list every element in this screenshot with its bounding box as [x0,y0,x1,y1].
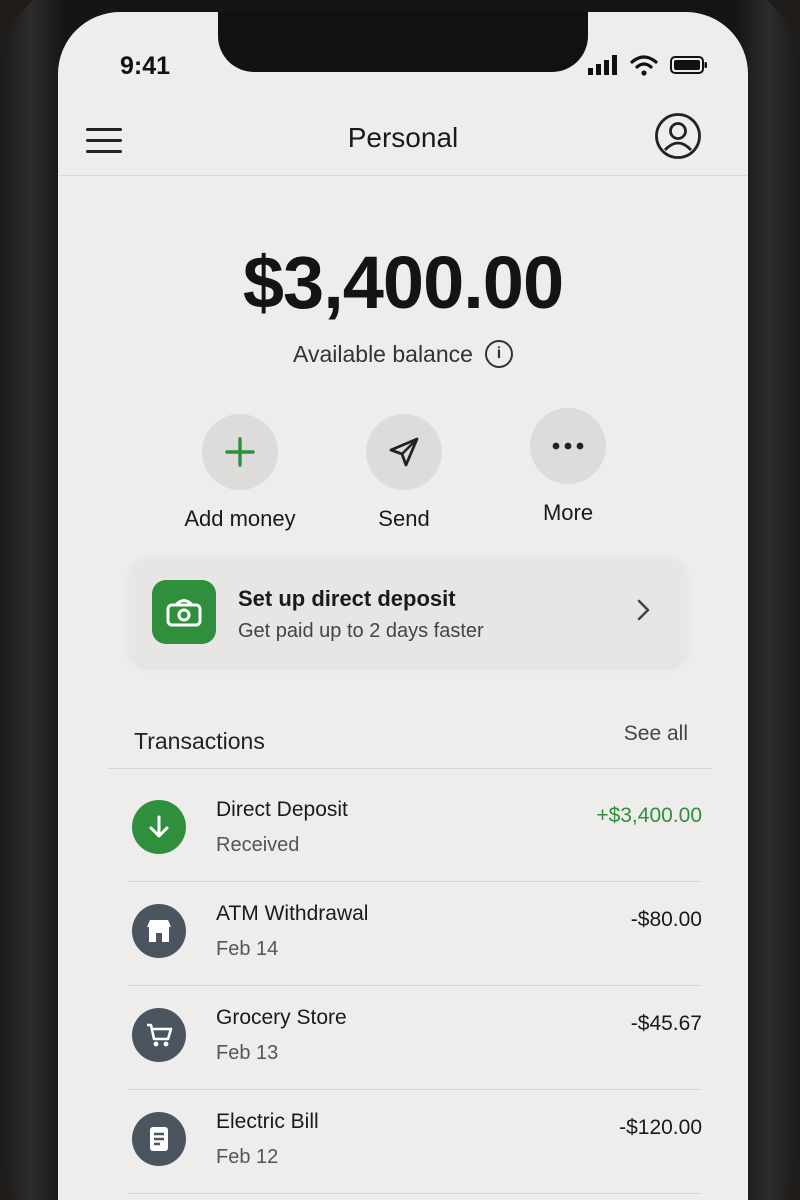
divider [108,768,712,769]
send-label: Send [378,506,430,531]
more-button[interactable]: More [478,408,658,526]
notch [218,12,588,72]
page-title: Personal [347,122,459,153]
see-all-link[interactable]: See all [624,722,688,746]
transaction-title: Electric Bill [216,1110,319,1133]
more-label: More [542,500,594,525]
transaction-amount: -$120.00 [619,1116,702,1139]
send-icon [389,437,419,467]
photo-scene: 9:41 Personal $3,400.00 Available balanc… [0,0,800,1200]
signal-icon [588,55,617,75]
deposit-title: Set up direct deposit [238,586,456,611]
transaction-subtitle: Received [216,834,300,856]
add-money-label: Add money [184,506,296,531]
transaction-title: ATM Withdrawal [216,902,369,925]
transaction-row[interactable]: Electric Bill Feb 12 -$120.00 [128,1090,702,1194]
transaction-amount: -$80.00 [630,908,702,931]
plus-icon [225,437,255,467]
status-time: 9:41 [120,52,171,80]
transaction-title: Direct Deposit [216,798,348,821]
balance-label: Available balance [293,340,473,367]
transaction-title: Grocery Store [216,1006,347,1029]
transaction-amount: -$45.67 [630,1012,702,1035]
document-icon [132,1112,186,1166]
wifi-icon [630,55,658,76]
info-icon[interactable]: i [484,340,513,368]
more-icon [552,442,584,450]
chevron-right-icon [637,599,650,621]
balance-label-row: Available balance i [58,340,748,368]
balance-amount: $3,400.00 [242,241,564,324]
transaction-row[interactable]: ATM Withdrawal Feb 14 -$80.00 [128,882,702,986]
transaction-amount: +$3,400.00 [596,804,702,827]
transaction-subtitle: Feb 12 [216,1146,279,1168]
battery-icon [670,56,707,74]
store-icon [132,904,186,958]
send-circle [366,414,442,490]
transaction-row[interactable]: Grocery Store Feb 13 -$45.67 [128,986,702,1090]
send-button[interactable]: Send [314,414,494,532]
profile-icon[interactable] [654,112,702,160]
cart-icon [132,1008,186,1062]
cash-icon [152,580,216,644]
add-money-button[interactable]: Add money [150,414,330,532]
phone-screen: 9:41 Personal $3,400.00 Available balanc… [58,12,748,1200]
direct-deposit-card[interactable]: Set up direct deposit Get paid up to 2 d… [130,558,686,666]
transactions-heading: Transactions [134,728,265,754]
deposit-subtitle: Get paid up to 2 days faster [238,620,484,642]
transaction-row[interactable]: Direct Deposit Received +$3,400.00 [128,778,702,882]
arrow-down-icon [132,800,186,854]
status-icons [588,54,708,76]
more-circle [530,408,606,484]
app-header: Personal [58,104,748,176]
transaction-subtitle: Feb 14 [216,938,279,960]
add-money-circle [202,414,278,490]
transaction-subtitle: Feb 13 [216,1042,279,1064]
